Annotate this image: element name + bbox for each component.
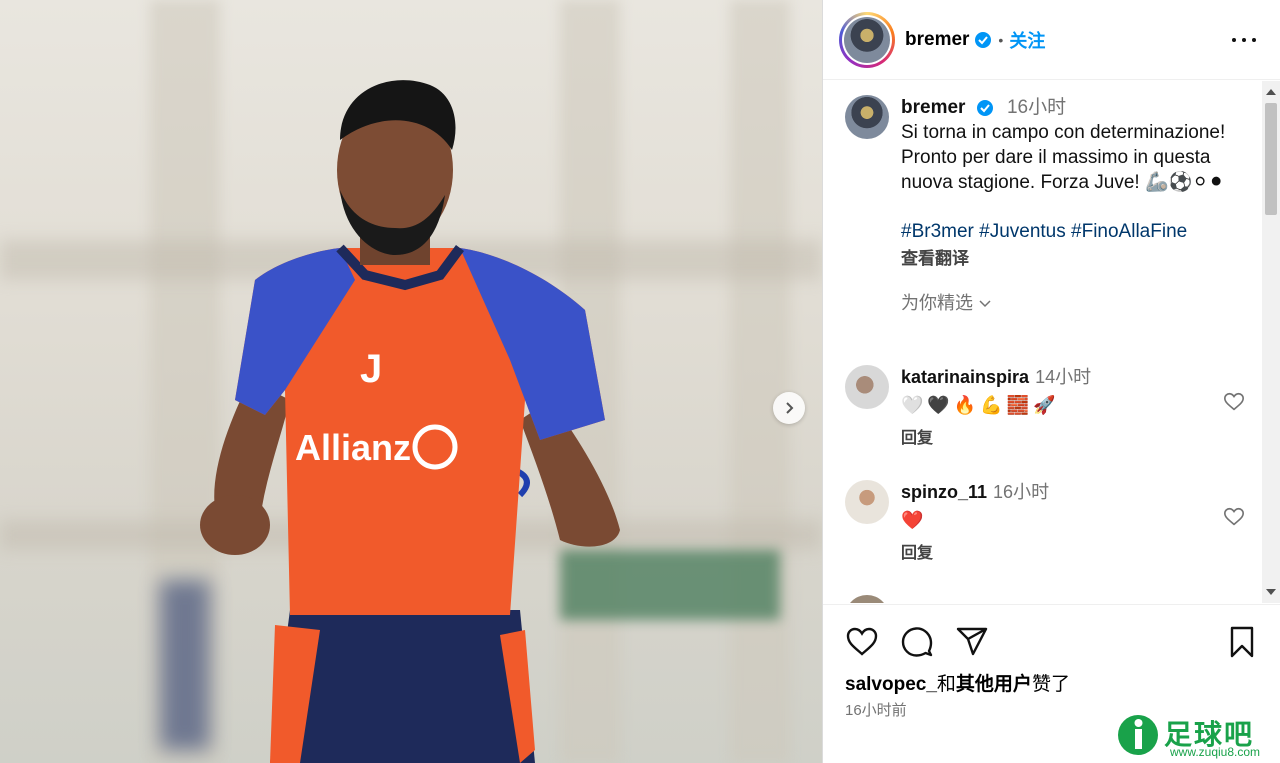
heart-icon[interactable] [1223, 506, 1245, 528]
player-figure: J Allianz [200, 80, 620, 763]
header-username[interactable]: bremer [905, 29, 969, 51]
comment-text: ❤️ [901, 510, 928, 530]
svg-text:J: J [360, 347, 382, 391]
more-icon [1242, 38, 1246, 42]
caption-text: Si torna in campo con determinazione! Pr… [901, 122, 1226, 193]
post-header: bremer • 关注 [823, 0, 1280, 80]
watermark-logo-icon [1118, 715, 1158, 755]
watermark: 足球吧 www.zuqiu8.com [1116, 711, 1272, 761]
watermark-url: www.zuqiu8.com [1170, 745, 1261, 759]
translate-link[interactable]: 查看翻译 [901, 246, 1255, 271]
comment-time: 16小时 [993, 482, 1050, 502]
comment-item: katarinainspira 14小时 🤍🖤🔥💪🧱🚀 回复 [845, 365, 1245, 451]
share-icon[interactable] [955, 625, 989, 659]
avatar[interactable] [845, 595, 889, 603]
comment-username[interactable]: katarinainspira [901, 367, 1029, 387]
heart-icon[interactable] [845, 625, 879, 659]
more-options-button[interactable] [1232, 28, 1256, 52]
verified-icon [976, 99, 993, 116]
for-you-label: 为你精选 [901, 293, 973, 313]
post-photo: J Allianz [0, 0, 822, 763]
avatar[interactable] [845, 365, 889, 409]
comment-text: 🤍🖤🔥💪🧱🚀 [901, 395, 1060, 415]
liked-user[interactable]: salvopec_ [845, 674, 937, 695]
scroll-thumb[interactable] [1265, 103, 1277, 215]
liked-suffix: 赞了 [1031, 674, 1070, 695]
liked-others[interactable]: 其他用户 [956, 674, 1032, 695]
scroll-up-arrow[interactable] [1266, 89, 1276, 95]
scrollbar[interactable] [1262, 81, 1280, 603]
bookmark-icon[interactable] [1225, 625, 1259, 659]
reply-button[interactable]: 回复 [901, 427, 1245, 451]
verified-icon [975, 31, 992, 48]
for-you-link[interactable]: 为你精选 [901, 291, 1255, 316]
likes-summary: salvopec_和其他用户赞了 [845, 669, 1070, 696]
caption-username[interactable]: bremer [901, 97, 965, 118]
comment-icon[interactable] [900, 625, 934, 659]
caption-hashtags[interactable]: #Br3mer #Juventus #FinoAllaFine [901, 219, 1255, 244]
avatar[interactable] [845, 95, 889, 139]
comment-username[interactable]: spinzo_11 [901, 482, 987, 502]
avatar[interactable] [845, 480, 889, 524]
reply-button[interactable]: 回复 [901, 542, 1245, 566]
avatar [844, 16, 890, 63]
comment-item: spinzo_11 16小时 ❤️ 回复 [845, 480, 1245, 566]
story-ring[interactable] [839, 11, 895, 68]
bg-column [730, 0, 790, 763]
scroll-down-arrow[interactable] [1266, 589, 1276, 595]
chevron-right-icon [786, 402, 794, 414]
liked-connector: 和 [936, 674, 956, 695]
more-icon [1232, 38, 1236, 42]
comment-time: 14小时 [1035, 367, 1092, 387]
more-icon [1252, 38, 1256, 42]
post-time[interactable]: 16小时前 [845, 699, 907, 720]
heart-icon[interactable] [1223, 391, 1245, 413]
follow-button[interactable]: 关注 [1009, 27, 1045, 53]
separator-dot: • [998, 31, 1004, 48]
caption-time: 16小时 [1006, 97, 1067, 118]
jersey-sponsor: Allianz [295, 427, 411, 468]
next-photo-button[interactable] [773, 392, 805, 424]
chevron-down-icon [979, 300, 991, 308]
post-panel: bremer • 关注 bremer 16小时 Si torna in camp… [822, 0, 1280, 763]
comments-list[interactable]: bremer 16小时 Si torna in campo con determ… [823, 81, 1263, 603]
caption: bremer 16小时 Si torna in campo con determ… [845, 95, 1255, 316]
